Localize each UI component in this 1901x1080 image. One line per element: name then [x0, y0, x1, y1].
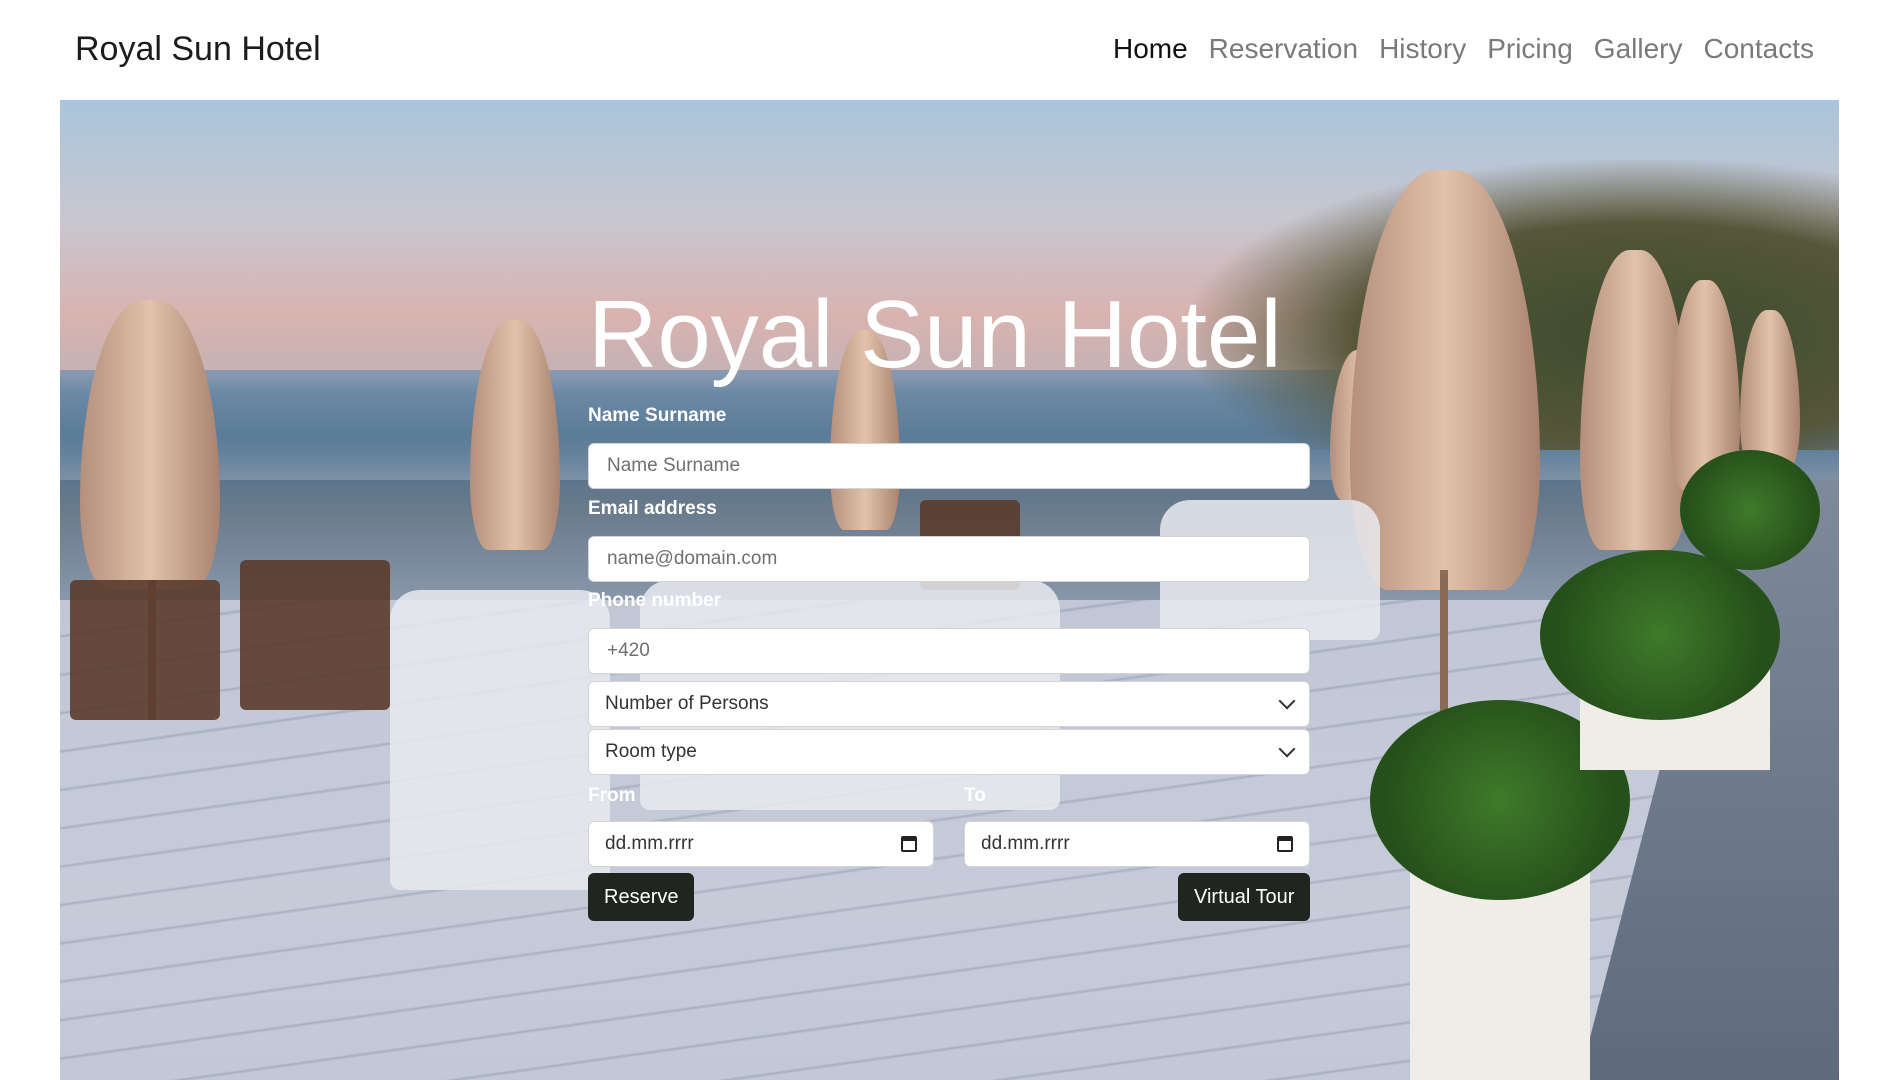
room-type-select[interactable]: Room type	[588, 729, 1310, 775]
to-label: To	[964, 785, 986, 806]
chevron-down-icon	[1278, 692, 1296, 710]
name-field[interactable]	[588, 443, 1310, 489]
deck-chair	[240, 560, 390, 710]
to-date-value: dd.mm.rrrr	[981, 833, 1070, 854]
hero-title: Royal Sun Hotel	[588, 281, 1282, 388]
navbar: Royal Sun Hotel Home Reservation History…	[0, 0, 1901, 100]
hero-background-image	[60, 100, 1839, 1080]
nav-contacts[interactable]: Contacts	[1704, 30, 1815, 68]
brand-logo[interactable]: Royal Sun Hotel	[75, 29, 321, 69]
email-label: Email address	[588, 498, 717, 519]
from-date-input[interactable]: dd.mm.rrrr	[588, 821, 934, 867]
calendar-icon[interactable]	[901, 836, 917, 852]
umbrella	[80, 300, 220, 590]
deck-chair	[70, 580, 220, 720]
from-date-value: dd.mm.rrrr	[605, 833, 694, 854]
nav-pricing[interactable]: Pricing	[1487, 30, 1573, 68]
phone-label: Phone number	[588, 590, 722, 611]
planter	[1410, 870, 1590, 1080]
plant	[1680, 450, 1820, 570]
email-field[interactable]	[588, 536, 1310, 582]
phone-input[interactable]	[605, 639, 1293, 663]
reserve-button[interactable]: Reserve	[588, 873, 695, 921]
calendar-icon[interactable]	[1277, 836, 1293, 852]
nav-gallery[interactable]: Gallery	[1594, 30, 1683, 68]
umbrella	[470, 320, 560, 550]
wicker-chair	[390, 590, 610, 890]
main-nav: Home Reservation History Pricing Gallery…	[1113, 30, 1814, 68]
email-input[interactable]	[605, 547, 1293, 571]
chevron-down-icon	[1278, 740, 1296, 758]
phone-field[interactable]	[588, 628, 1310, 674]
persons-select[interactable]: Number of Persons	[588, 681, 1310, 727]
virtual-tour-button[interactable]: Virtual Tour	[1178, 873, 1311, 921]
nav-reservation[interactable]: Reservation	[1209, 30, 1358, 68]
persons-select-value: Number of Persons	[605, 693, 769, 714]
to-date-input[interactable]: dd.mm.rrrr	[964, 821, 1310, 867]
plant	[1540, 550, 1780, 720]
nav-home[interactable]: Home	[1113, 30, 1188, 68]
name-label: Name Surname	[588, 405, 727, 426]
name-input[interactable]	[605, 454, 1293, 478]
from-label: From	[588, 785, 636, 806]
nav-history[interactable]: History	[1379, 30, 1466, 68]
room-type-select-value: Room type	[605, 741, 697, 762]
